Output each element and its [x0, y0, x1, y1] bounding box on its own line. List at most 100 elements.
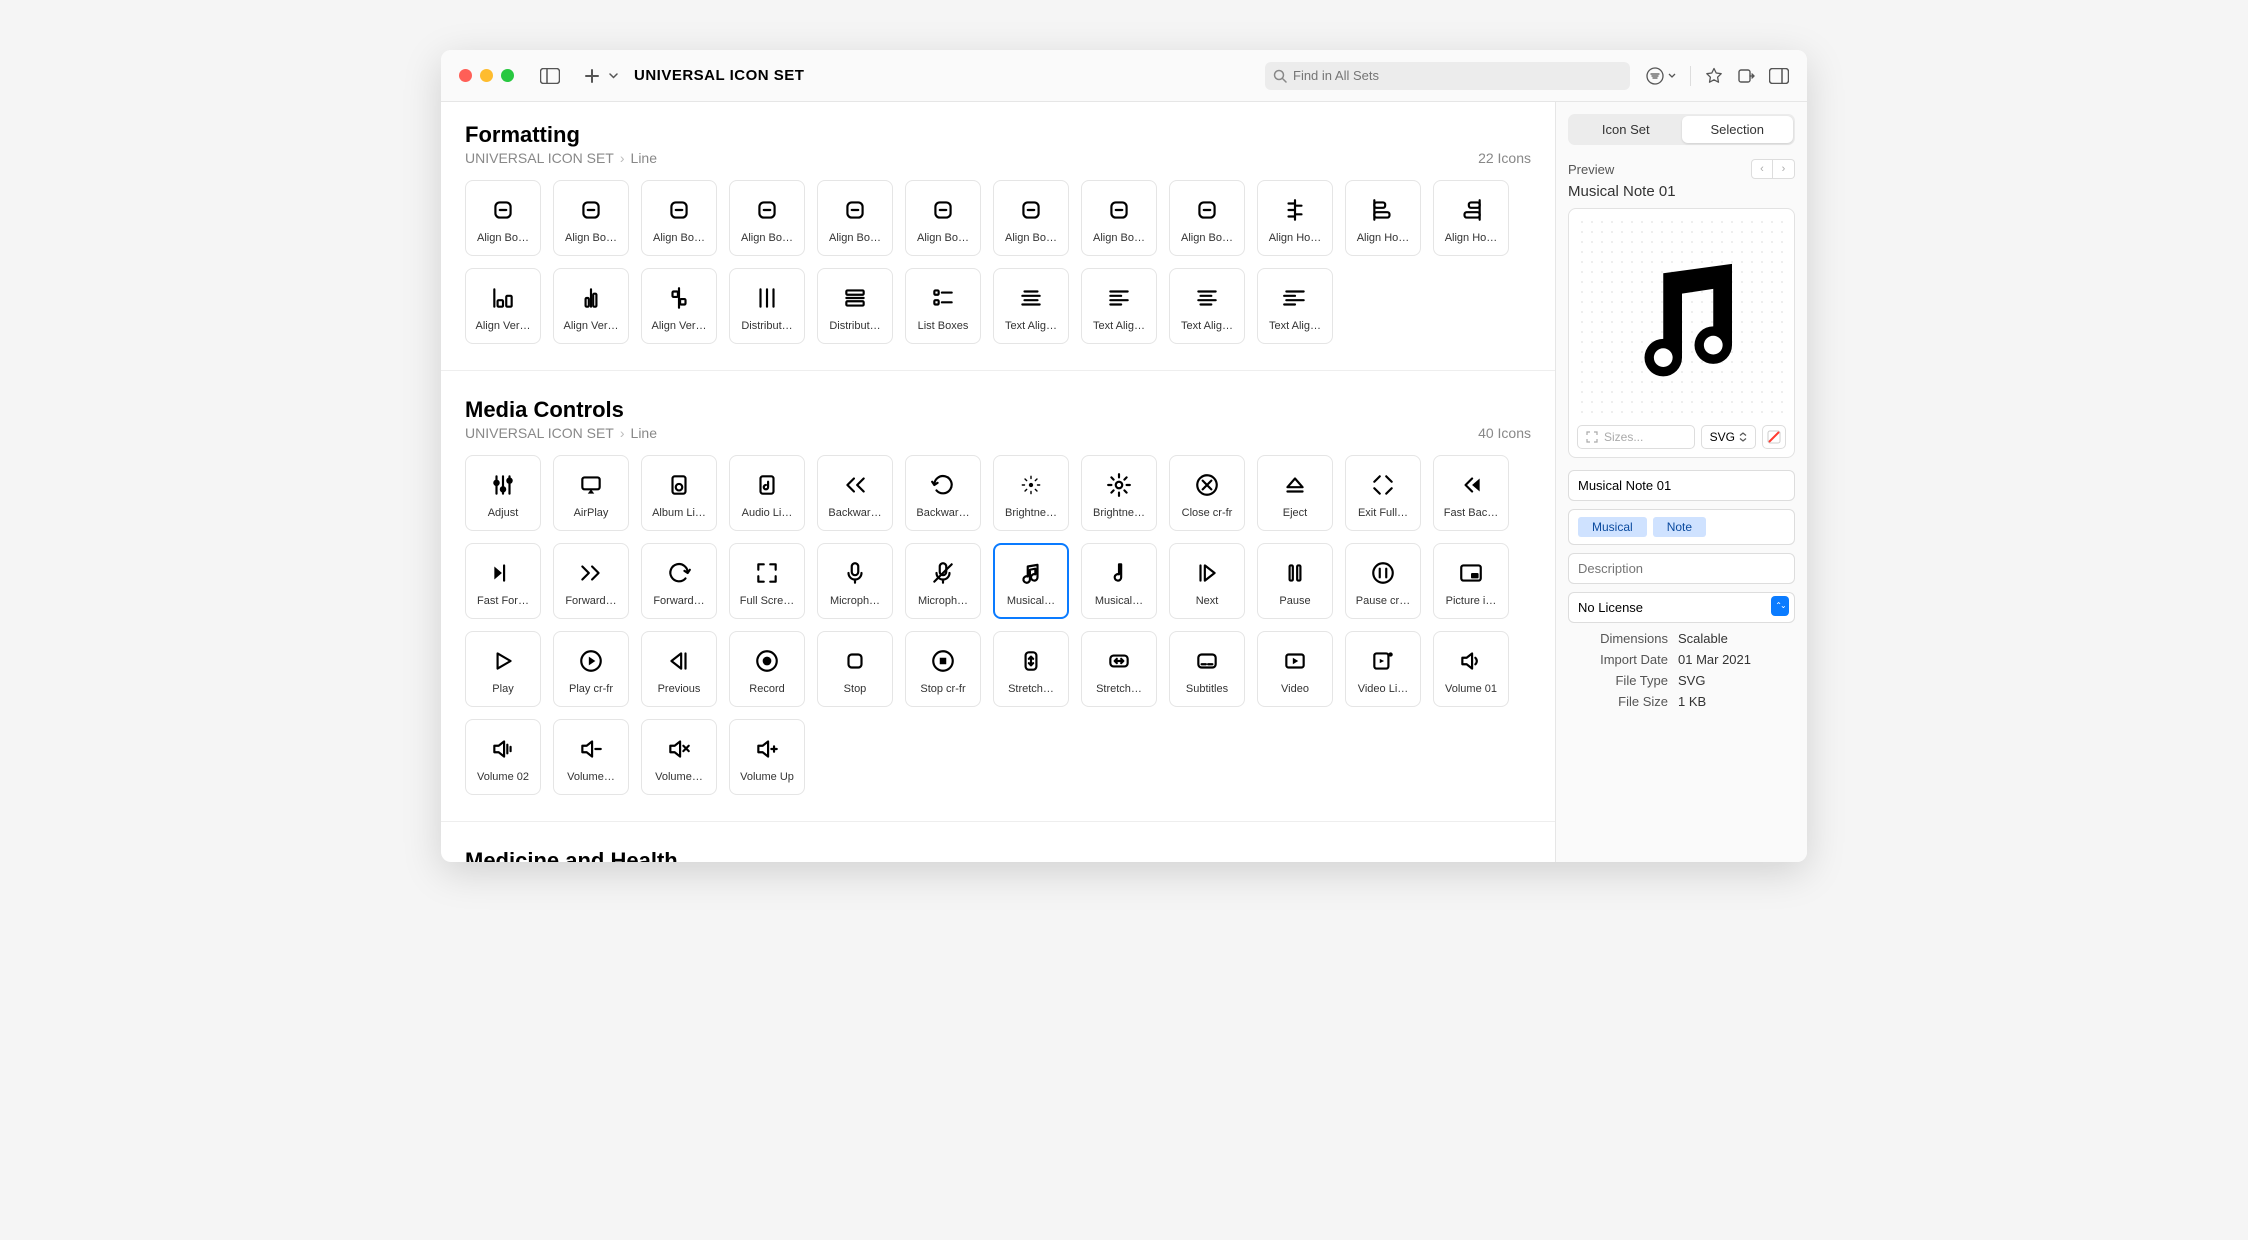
tag[interactable]: Note: [1653, 517, 1706, 537]
icon-cell[interactable]: Record: [729, 631, 805, 707]
toggle-sidebar-button[interactable]: [536, 62, 564, 90]
icon-cell[interactable]: Pause: [1257, 543, 1333, 619]
preview-prev-button[interactable]: ‹: [1751, 159, 1773, 179]
icon-cell[interactable]: Align Ver…: [465, 268, 541, 344]
icon-cell[interactable]: Align Bo…: [729, 180, 805, 256]
tab-selection[interactable]: Selection: [1682, 116, 1794, 143]
icon-cell[interactable]: Video: [1257, 631, 1333, 707]
icon-cell[interactable]: Align Bo…: [553, 180, 629, 256]
icon-cell[interactable]: Close cr-fr: [1169, 455, 1245, 531]
icon-cell[interactable]: Stretch…: [993, 631, 1069, 707]
breadcrumb[interactable]: UNIVERSAL ICON SET›Line: [465, 425, 657, 441]
icon-cell[interactable]: Align Ho…: [1257, 180, 1333, 256]
search-input[interactable]: [1293, 68, 1622, 83]
icon-cell[interactable]: Brightne…: [1081, 455, 1157, 531]
icon-cell[interactable]: Volume 01: [1433, 631, 1509, 707]
preview-next-button[interactable]: ›: [1773, 159, 1795, 179]
icon-cell[interactable]: Next: [1169, 543, 1245, 619]
icon-cell[interactable]: Text Alig…: [1257, 268, 1333, 344]
icon-cell[interactable]: Stop cr-fr: [905, 631, 981, 707]
format-select[interactable]: SVG: [1701, 425, 1756, 449]
icon-cell[interactable]: Fast Bac…: [1433, 455, 1509, 531]
icon-cell[interactable]: Align Ho…: [1433, 180, 1509, 256]
icon-cell[interactable]: Album Li…: [641, 455, 717, 531]
icon-cell[interactable]: Align Bo…: [641, 180, 717, 256]
icon-cell[interactable]: Fast For…: [465, 543, 541, 619]
icon-name-input[interactable]: [1568, 470, 1795, 501]
icon-cell[interactable]: Volume…: [641, 719, 717, 795]
icon-cell[interactable]: Pause cr…: [1345, 543, 1421, 619]
icon-cell[interactable]: Forward…: [641, 543, 717, 619]
icon-cell[interactable]: Distribut…: [729, 268, 805, 344]
icon-label: Microph…: [910, 595, 976, 607]
color-override-button[interactable]: [1762, 425, 1786, 449]
icon-cell[interactable]: Musical…: [993, 543, 1069, 619]
icon-cell[interactable]: Microph…: [817, 543, 893, 619]
page-title: UNIVERSAL ICON SET: [634, 67, 804, 84]
inspector-tabs[interactable]: Icon Set Selection: [1568, 114, 1795, 145]
icon-cell[interactable]: Audio Li…: [729, 455, 805, 531]
icon-cell[interactable]: Play cr-fr: [553, 631, 629, 707]
icon-cell[interactable]: Microph…: [905, 543, 981, 619]
icon-cell[interactable]: Distribut…: [817, 268, 893, 344]
icon-glyph: [1194, 643, 1220, 679]
icon-cell[interactable]: Text Alig…: [993, 268, 1069, 344]
minimize-window-icon[interactable]: [480, 69, 493, 82]
icon-cell[interactable]: Align Bo…: [1081, 180, 1157, 256]
icon-cell[interactable]: Align Bo…: [993, 180, 1069, 256]
icon-cell[interactable]: Musical…: [1081, 543, 1157, 619]
icon-cell[interactable]: Volume Up: [729, 719, 805, 795]
description-input[interactable]: [1568, 553, 1795, 584]
icon-cell[interactable]: Volume 02: [465, 719, 541, 795]
zoom-window-icon[interactable]: [501, 69, 514, 82]
add-menu-chevron[interactable]: [606, 62, 620, 90]
icon-cell[interactable]: Align Ver…: [553, 268, 629, 344]
icon-cell[interactable]: Align Bo…: [465, 180, 541, 256]
icon-cell[interactable]: Backwar…: [817, 455, 893, 531]
export-button[interactable]: [1737, 67, 1755, 85]
icon-label: Distribut…: [734, 320, 800, 332]
filter-button[interactable]: [1646, 67, 1676, 85]
icon-cell[interactable]: Adjust: [465, 455, 541, 531]
search-field[interactable]: [1265, 62, 1630, 90]
breadcrumb[interactable]: UNIVERSAL ICON SET›Line: [465, 150, 657, 166]
icon-cell[interactable]: Align Bo…: [905, 180, 981, 256]
icon-cell[interactable]: Video Li…: [1345, 631, 1421, 707]
add-button[interactable]: [578, 62, 606, 90]
icon-label: Backwar…: [822, 507, 888, 519]
icon-cell[interactable]: Full Scre…: [729, 543, 805, 619]
icon-cell[interactable]: Stretch…: [1081, 631, 1157, 707]
icon-cell[interactable]: Align Ver…: [641, 268, 717, 344]
icon-cell[interactable]: Align Bo…: [817, 180, 893, 256]
icon-browser[interactable]: Formatting UNIVERSAL ICON SET›Line 22 Ic…: [441, 102, 1555, 862]
icon-cell[interactable]: Subtitles: [1169, 631, 1245, 707]
tag[interactable]: Musical: [1578, 517, 1647, 537]
toggle-inspector-button[interactable]: [1769, 68, 1789, 84]
icon-cell[interactable]: Picture i…: [1433, 543, 1509, 619]
icon-cell[interactable]: Exit Full…: [1345, 455, 1421, 531]
icon-cell[interactable]: Text Alig…: [1169, 268, 1245, 344]
icon-cell[interactable]: Volume…: [553, 719, 629, 795]
tab-icon-set[interactable]: Icon Set: [1570, 116, 1682, 143]
icon-cell[interactable]: Play: [465, 631, 541, 707]
icon-cell[interactable]: Align Bo…: [1169, 180, 1245, 256]
icon-cell[interactable]: Text Alig…: [1081, 268, 1157, 344]
license-select[interactable]: No License: [1568, 592, 1795, 623]
tags-field[interactable]: Musical Note: [1568, 509, 1795, 545]
icon-cell[interactable]: Previous: [641, 631, 717, 707]
icon-cell[interactable]: Stop: [817, 631, 893, 707]
icon-cell[interactable]: List Boxes: [905, 268, 981, 344]
favorite-button[interactable]: [1705, 67, 1723, 85]
sizes-field[interactable]: Sizes...: [1577, 425, 1695, 449]
icon-cell[interactable]: Brightne…: [993, 455, 1069, 531]
icon-cell[interactable]: AirPlay: [553, 455, 629, 531]
icon-cell[interactable]: Align Ho…: [1345, 180, 1421, 256]
close-window-icon[interactable]: [459, 69, 472, 82]
chevron-down-icon: [1668, 73, 1676, 78]
icon-cell[interactable]: Forward…: [553, 543, 629, 619]
section-title: Formatting: [465, 122, 657, 148]
icon-cell[interactable]: Backwar…: [905, 455, 981, 531]
icon-glyph: [1018, 467, 1044, 503]
icon-glyph: [1370, 555, 1396, 591]
icon-cell[interactable]: Eject: [1257, 455, 1333, 531]
